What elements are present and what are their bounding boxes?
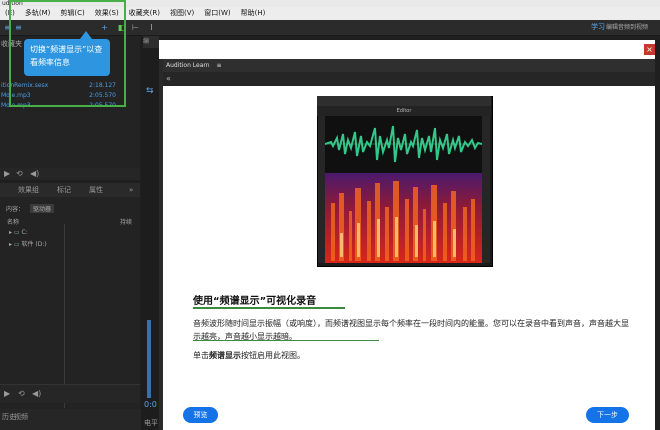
close-button[interactable]: × [644, 44, 655, 55]
panel-divider[interactable] [64, 224, 65, 408]
learn-panel-nav: « [163, 72, 655, 86]
menu-view[interactable]: 视图(V) [165, 7, 199, 20]
menu-help[interactable]: 帮助(H) [236, 7, 271, 20]
instruction-suffix: 按钮启用此视图。 [241, 351, 305, 360]
preview-button[interactable]: 预览 [183, 407, 218, 423]
instruction-prefix: 单击 [193, 351, 209, 360]
preview-tabbar: Editor [317, 106, 491, 116]
speaker-icon[interactable]: ◀) [30, 169, 39, 178]
preview-waveform [324, 116, 483, 173]
play-icon[interactable]: ▶ [4, 169, 10, 178]
tree-item-label: 软件 (D:) [21, 241, 47, 248]
media-browser-tabs: 效果组 标记 属性 [0, 183, 140, 197]
waveform-graphic [324, 125, 483, 163]
frequency-icon[interactable]: ⊢ [131, 23, 140, 32]
files-panel-footer: ▶ ⟲ ◀) [0, 168, 140, 180]
loop-icon[interactable]: ⟲ [16, 169, 23, 178]
tree-item-label: C: [21, 229, 28, 236]
editor-tab[interactable]: 编 [143, 36, 159, 48]
play-icon[interactable]: ▶ [4, 389, 10, 398]
panel-overflow-icon[interactable]: » [129, 186, 133, 194]
workspace-default[interactable]: 编辑音频到视频 [606, 22, 648, 31]
instruction-keyword: 频谱显示 [209, 351, 241, 360]
callout-tooltip: 切换“频谱显示”以查看频率信息 [24, 39, 110, 76]
tab-properties[interactable]: 属性 [71, 183, 103, 197]
lesson-instruction: 单击频谱显示按钮启用此视图。 [193, 350, 305, 361]
paragraph-highlight [193, 340, 379, 341]
preview-spectrogram [325, 173, 482, 263]
lesson-heading: 使用“频谱显示”可视化录音 [193, 296, 317, 307]
menu-window[interactable]: 窗口(W) [199, 7, 235, 20]
speaker-icon[interactable]: ◀) [32, 389, 41, 398]
history-panel-tabs: 历史 视频 [0, 409, 145, 430]
panel-menu-icon[interactable]: ≡ [211, 62, 221, 69]
content-label: 内容： [6, 206, 25, 213]
tab-effects-rack[interactable]: 效果组 [0, 183, 39, 197]
preview-titlebar [317, 96, 491, 106]
heading-underline [193, 307, 345, 309]
levels-label: 电平 [144, 419, 158, 427]
content-dropdown[interactable]: 驱动器 [30, 204, 55, 213]
spectrogram-graphic [325, 173, 482, 263]
drive-icon: ▭ [13, 229, 20, 236]
time-readout: 0:0 [144, 400, 157, 409]
learn-tab[interactable]: Audition Learn [163, 62, 210, 69]
tab-video[interactable]: 视频 [14, 411, 28, 423]
workspace-learn[interactable]: 学习 [591, 22, 605, 32]
tree-item-drive-d[interactable]: ▸ ▭ 软件 (D:) [9, 239, 47, 248]
learn-dialog-sidebar [159, 59, 163, 430]
menu-favorites[interactable]: 收藏夹(R) [124, 7, 165, 20]
drive-icon: ▭ [13, 241, 20, 248]
column-duration[interactable]: 持续 [120, 217, 132, 226]
level-meter [147, 320, 151, 398]
time-selection-icon[interactable]: I [147, 23, 156, 32]
preview-left-column [318, 116, 325, 263]
next-button[interactable]: 下一步 [586, 407, 629, 423]
back-icon[interactable]: « [163, 74, 171, 83]
tab-markers[interactable]: 标记 [39, 183, 71, 197]
loop-icon[interactable]: ⟲ [18, 389, 25, 398]
column-name[interactable]: 名称 [7, 217, 19, 226]
learn-panel-tabbar: Audition Learn ≡ [163, 59, 655, 72]
media-browser-footer: ▶ ⟲ ◀) [0, 384, 140, 403]
playhead-icon[interactable]: ⇆ [146, 86, 154, 96]
callout-pointer [80, 31, 92, 39]
media-browser-panel [0, 183, 140, 410]
tree-item-drive-c[interactable]: ▸ ▭ C: [9, 229, 28, 236]
preview-right-column [482, 116, 490, 263]
preview-tab-label: Editor [396, 108, 412, 114]
